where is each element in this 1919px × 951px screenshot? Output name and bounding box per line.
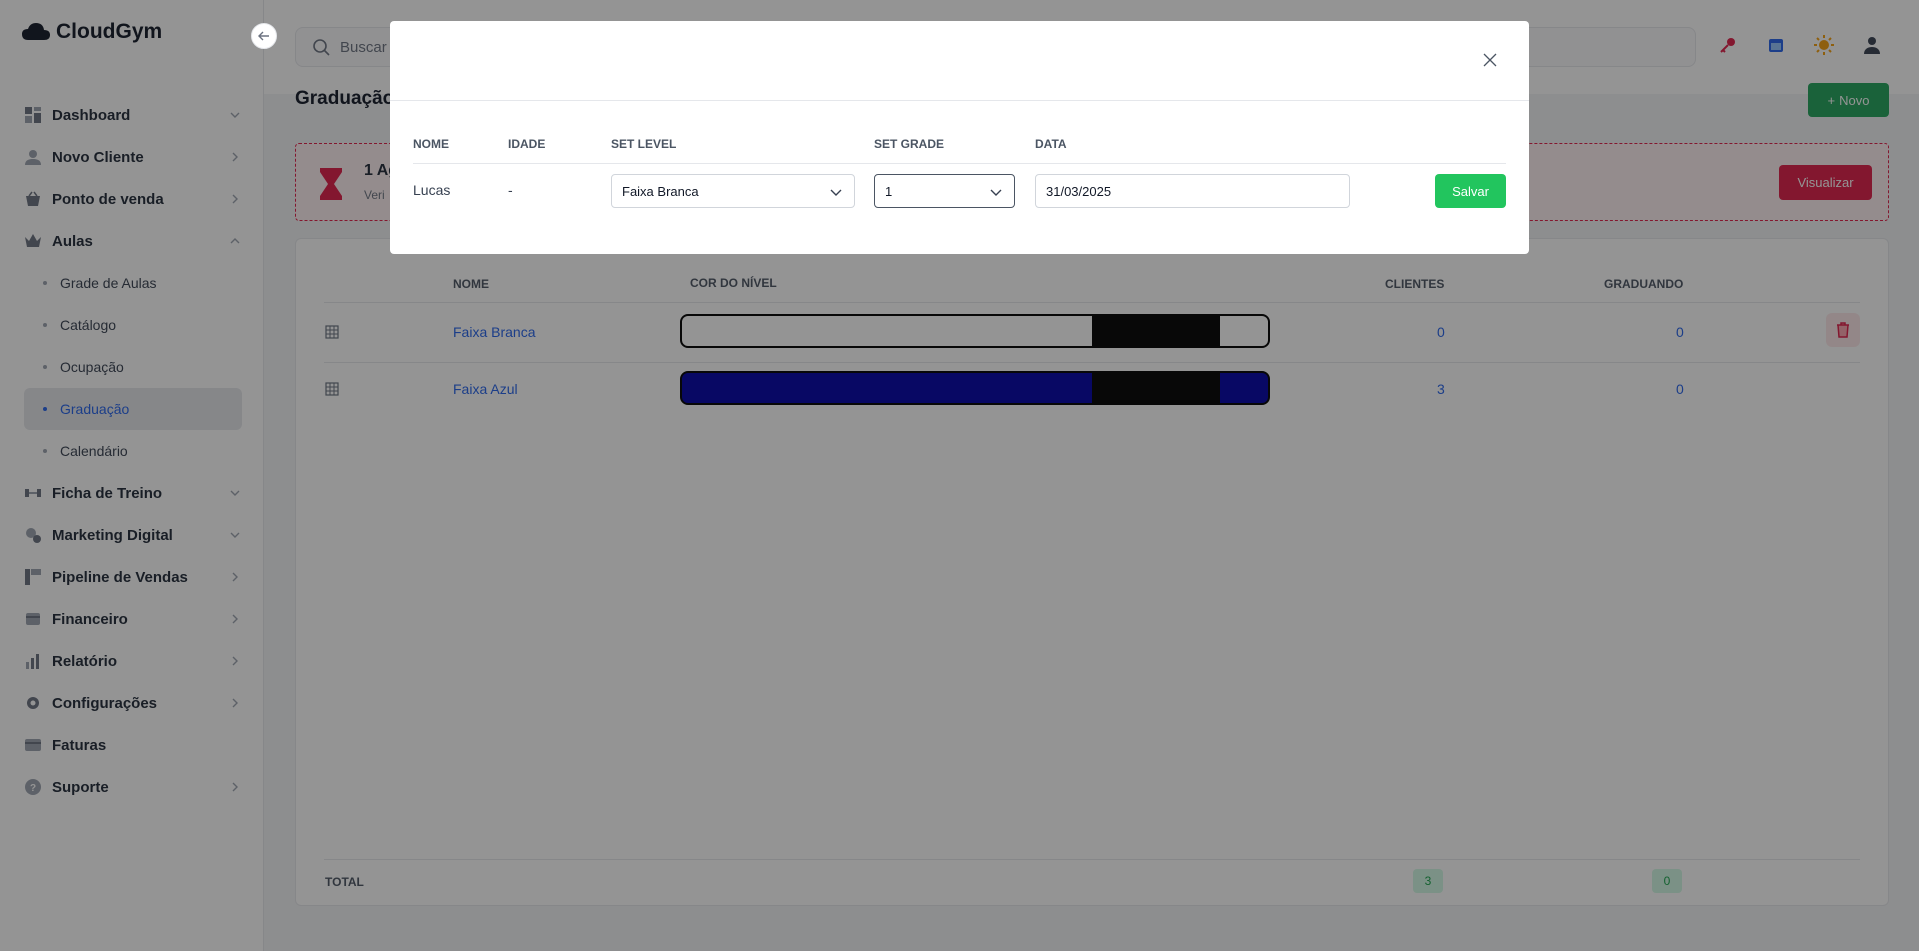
student-age: - xyxy=(508,182,513,198)
level-select[interactable]: Faixa Branca xyxy=(611,174,855,208)
level-select-value: Faixa Branca xyxy=(622,183,699,199)
modal-col-name: NOME xyxy=(413,137,449,151)
close-icon xyxy=(1483,53,1497,67)
arrow-left-icon xyxy=(258,31,269,41)
date-input[interactable]: 31/03/2025 xyxy=(1035,174,1350,208)
collapse-sidebar-button[interactable] xyxy=(251,23,277,49)
grade-select[interactable]: 1 xyxy=(874,174,1015,208)
chevron-down-icon xyxy=(990,189,1002,196)
student-name: Lucas xyxy=(413,182,451,198)
graduation-modal xyxy=(390,21,1529,254)
date-input-value: 31/03/2025 xyxy=(1046,183,1112,199)
grade-select-value: 1 xyxy=(885,183,893,199)
modal-col-grade: SET GRADE xyxy=(874,137,945,151)
modal-header-divider xyxy=(390,100,1529,101)
modal-header-line xyxy=(413,163,1506,164)
chevron-down-icon xyxy=(830,189,842,196)
modal-col-age: IDADE xyxy=(508,137,546,151)
close-button[interactable] xyxy=(1482,52,1498,68)
modal-col-date: DATA xyxy=(1035,137,1067,151)
save-button[interactable]: Salvar xyxy=(1435,174,1506,208)
modal-col-level: SET LEVEL xyxy=(611,137,677,151)
